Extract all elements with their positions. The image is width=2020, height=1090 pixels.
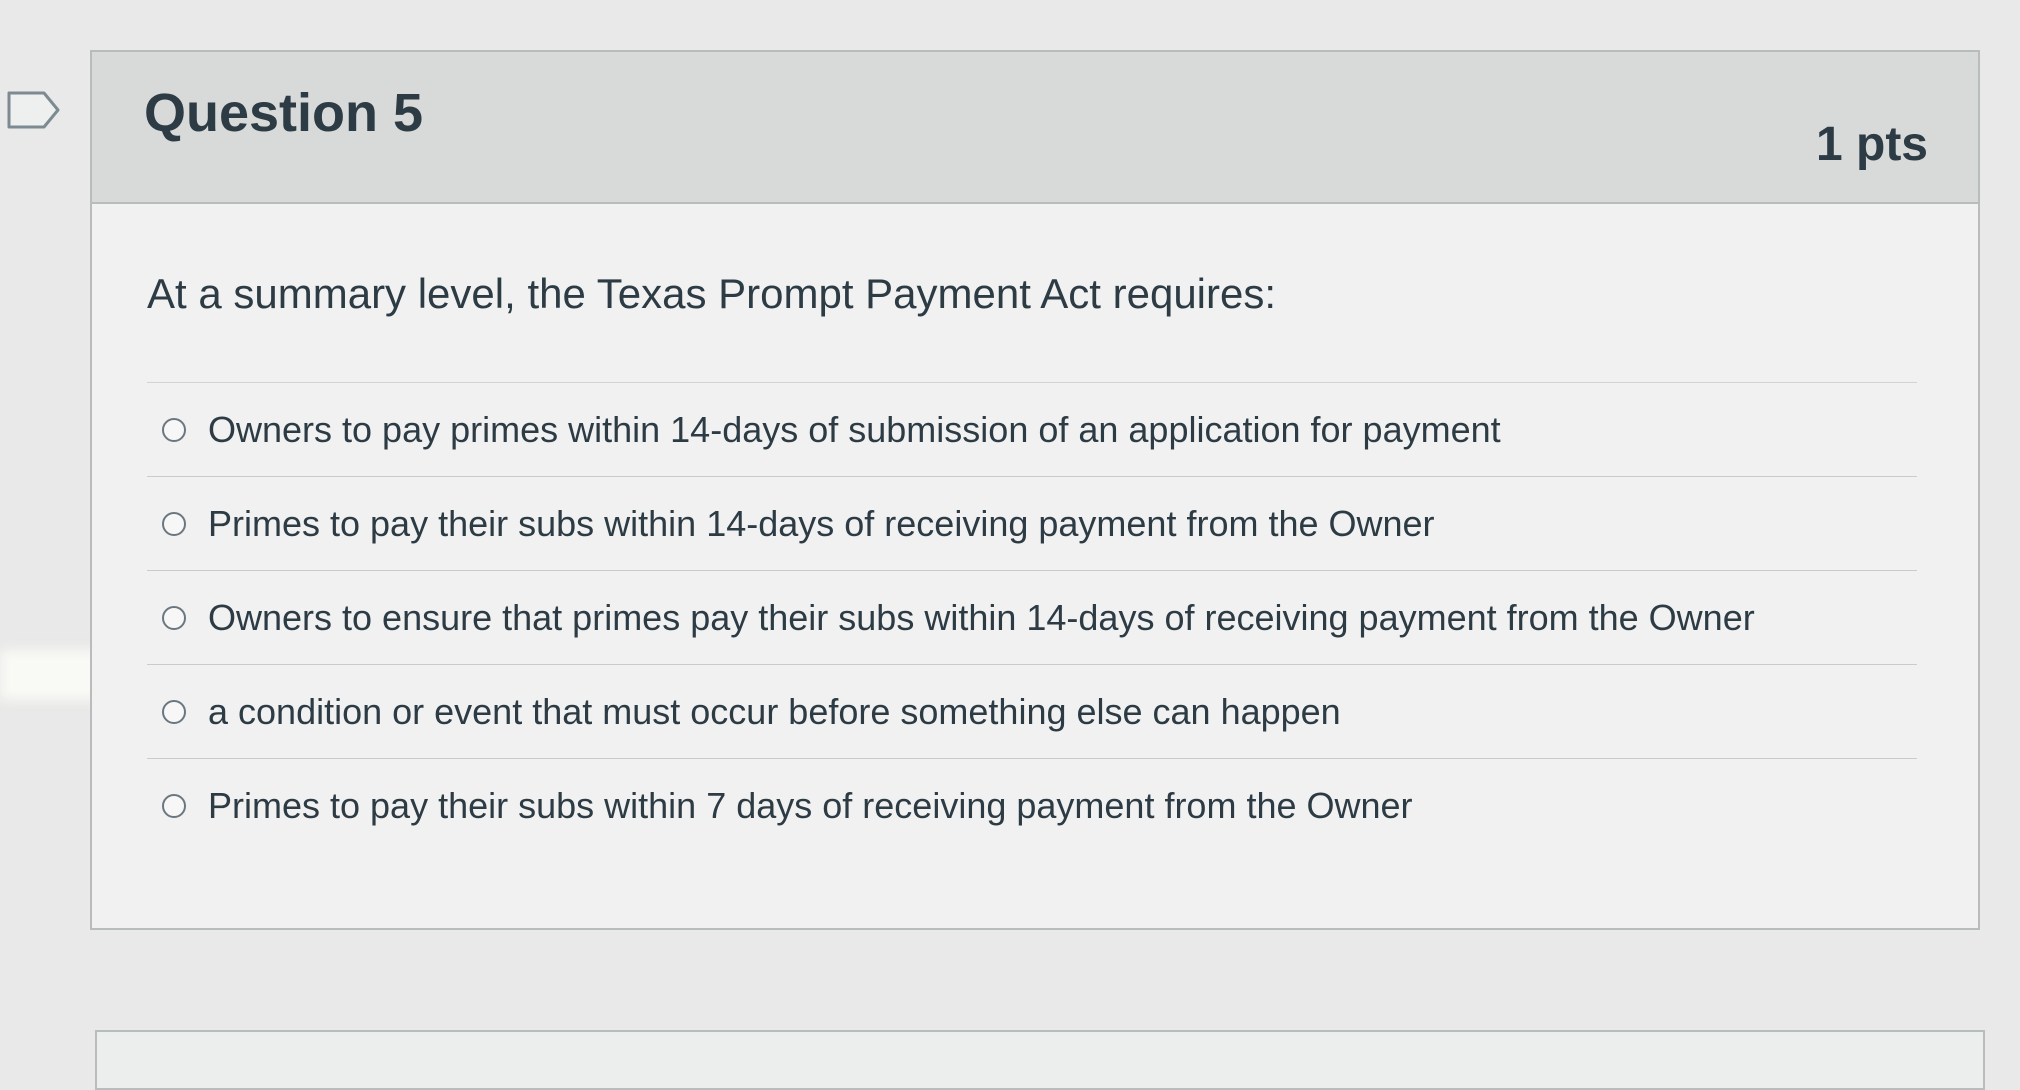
answer-list: Owners to pay primes within 14-days of s…	[147, 382, 1917, 852]
question-title: Question 5	[144, 83, 424, 143]
answer-label[interactable]: Owners to ensure that primes pay their s…	[208, 597, 1755, 639]
question-text: At a summary level, the Texas Prompt Pay…	[147, 270, 1277, 317]
radio-button-icon[interactable]	[162, 699, 186, 724]
answer-label[interactable]: Primes to pay their subs within 7 days o…	[208, 785, 1413, 827]
answer-option[interactable]: Primes to pay their subs within 14-days …	[147, 476, 1917, 570]
radio-button-icon[interactable]	[162, 511, 186, 536]
question-card: Question 5 1 pts At a summary level, the…	[90, 50, 1980, 930]
answer-option[interactable]: Owners to pay primes within 14-days of s…	[147, 382, 1917, 476]
question-points: 1 pts	[1815, 118, 1928, 171]
question-header: Question 5 1 pts	[92, 52, 1978, 204]
radio-button-icon[interactable]	[162, 605, 186, 630]
radio-button-icon[interactable]	[162, 793, 186, 818]
next-question-card	[95, 1030, 1985, 1090]
answer-label[interactable]: a condition or event that must occur bef…	[208, 691, 1341, 733]
answer-label[interactable]: Owners to pay primes within 14-days of s…	[208, 409, 1501, 451]
radio-button-icon[interactable]	[162, 417, 186, 442]
answer-option[interactable]: Primes to pay their subs within 7 days o…	[147, 758, 1917, 852]
answer-option[interactable]: a condition or event that must occur bef…	[147, 664, 1917, 758]
flag-question-icon[interactable]	[6, 90, 62, 130]
answer-option[interactable]: Owners to ensure that primes pay their s…	[147, 570, 1917, 664]
answer-label[interactable]: Primes to pay their subs within 14-days …	[208, 503, 1435, 545]
